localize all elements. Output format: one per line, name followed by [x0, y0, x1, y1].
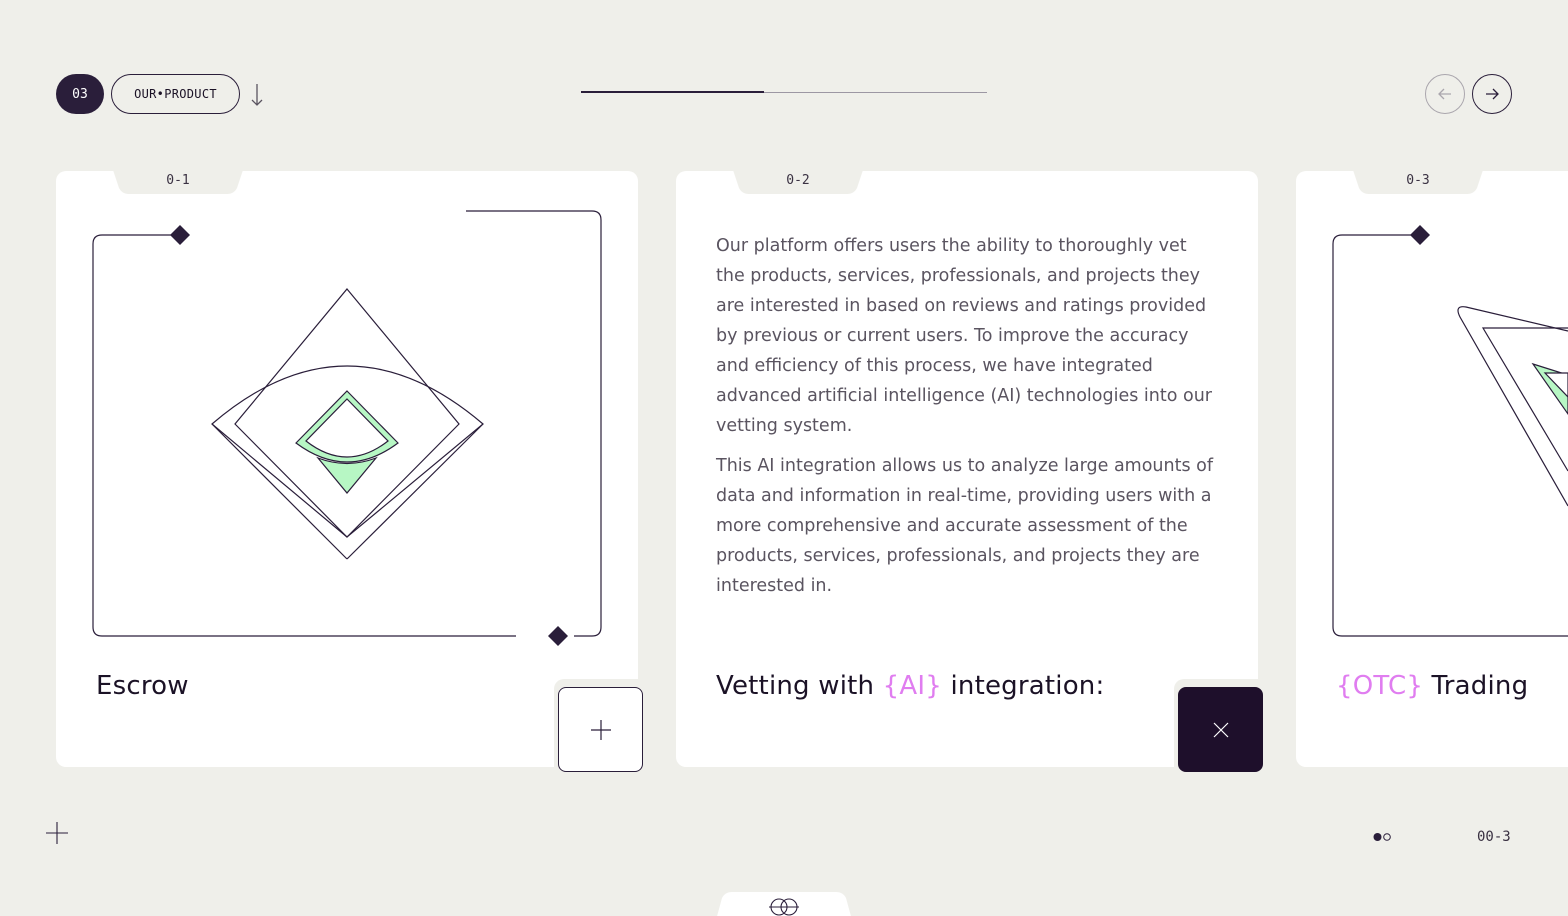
expand-card-button[interactable] [558, 687, 643, 772]
carousel-progress-fill [581, 91, 764, 93]
otc-illustration [1332, 225, 1568, 637]
title-accent: {AI} [882, 671, 942, 701]
section-label: OUR•PRODUCT [111, 74, 240, 114]
product-card-otc: 0-3 {OTC} Trading [1296, 170, 1568, 767]
product-card-escrow: 0-1 Escrow [56, 170, 644, 773]
escrow-illustration [92, 210, 602, 646]
card-title: Escrow [96, 671, 189, 701]
description-paragraph: This AI integration allows us to analyze… [716, 456, 1214, 596]
title-accent: {OTC} [1336, 671, 1424, 701]
close-icon [1213, 722, 1228, 737]
arrow-down-icon [251, 84, 263, 106]
card-title: {OTC} Trading [1336, 671, 1528, 701]
section-number-badge: 03 [56, 74, 104, 114]
title-text: integration: [942, 671, 1105, 701]
plus-icon [590, 719, 611, 740]
description-paragraph: Our platform offers users the ability to… [716, 236, 1212, 436]
next-slide-button[interactable] [1472, 74, 1512, 114]
card-title: Vetting with {AI} integration: [716, 671, 1104, 701]
arrow-right-icon [1486, 88, 1499, 100]
card-index: 0-2 [786, 173, 810, 188]
title-text: Vetting with [716, 671, 883, 701]
page-counter: 00-3 [1477, 829, 1511, 845]
arrow-left-icon [1438, 88, 1451, 100]
card-description: Our platform offers users the ability to… [716, 231, 1216, 601]
bottom-tab[interactable] [716, 890, 852, 916]
close-card-button[interactable] [1178, 687, 1263, 772]
title-text: Trading [1423, 671, 1529, 701]
product-card-vetting: 0-2 Our platform offers users the abilit… [676, 170, 1264, 773]
carousel-progress-bar [581, 91, 987, 93]
linked-rings-icon [769, 898, 799, 916]
prev-slide-button[interactable] [1425, 74, 1465, 114]
pagination-dots[interactable] [1373, 832, 1393, 842]
plus-icon [46, 822, 68, 844]
